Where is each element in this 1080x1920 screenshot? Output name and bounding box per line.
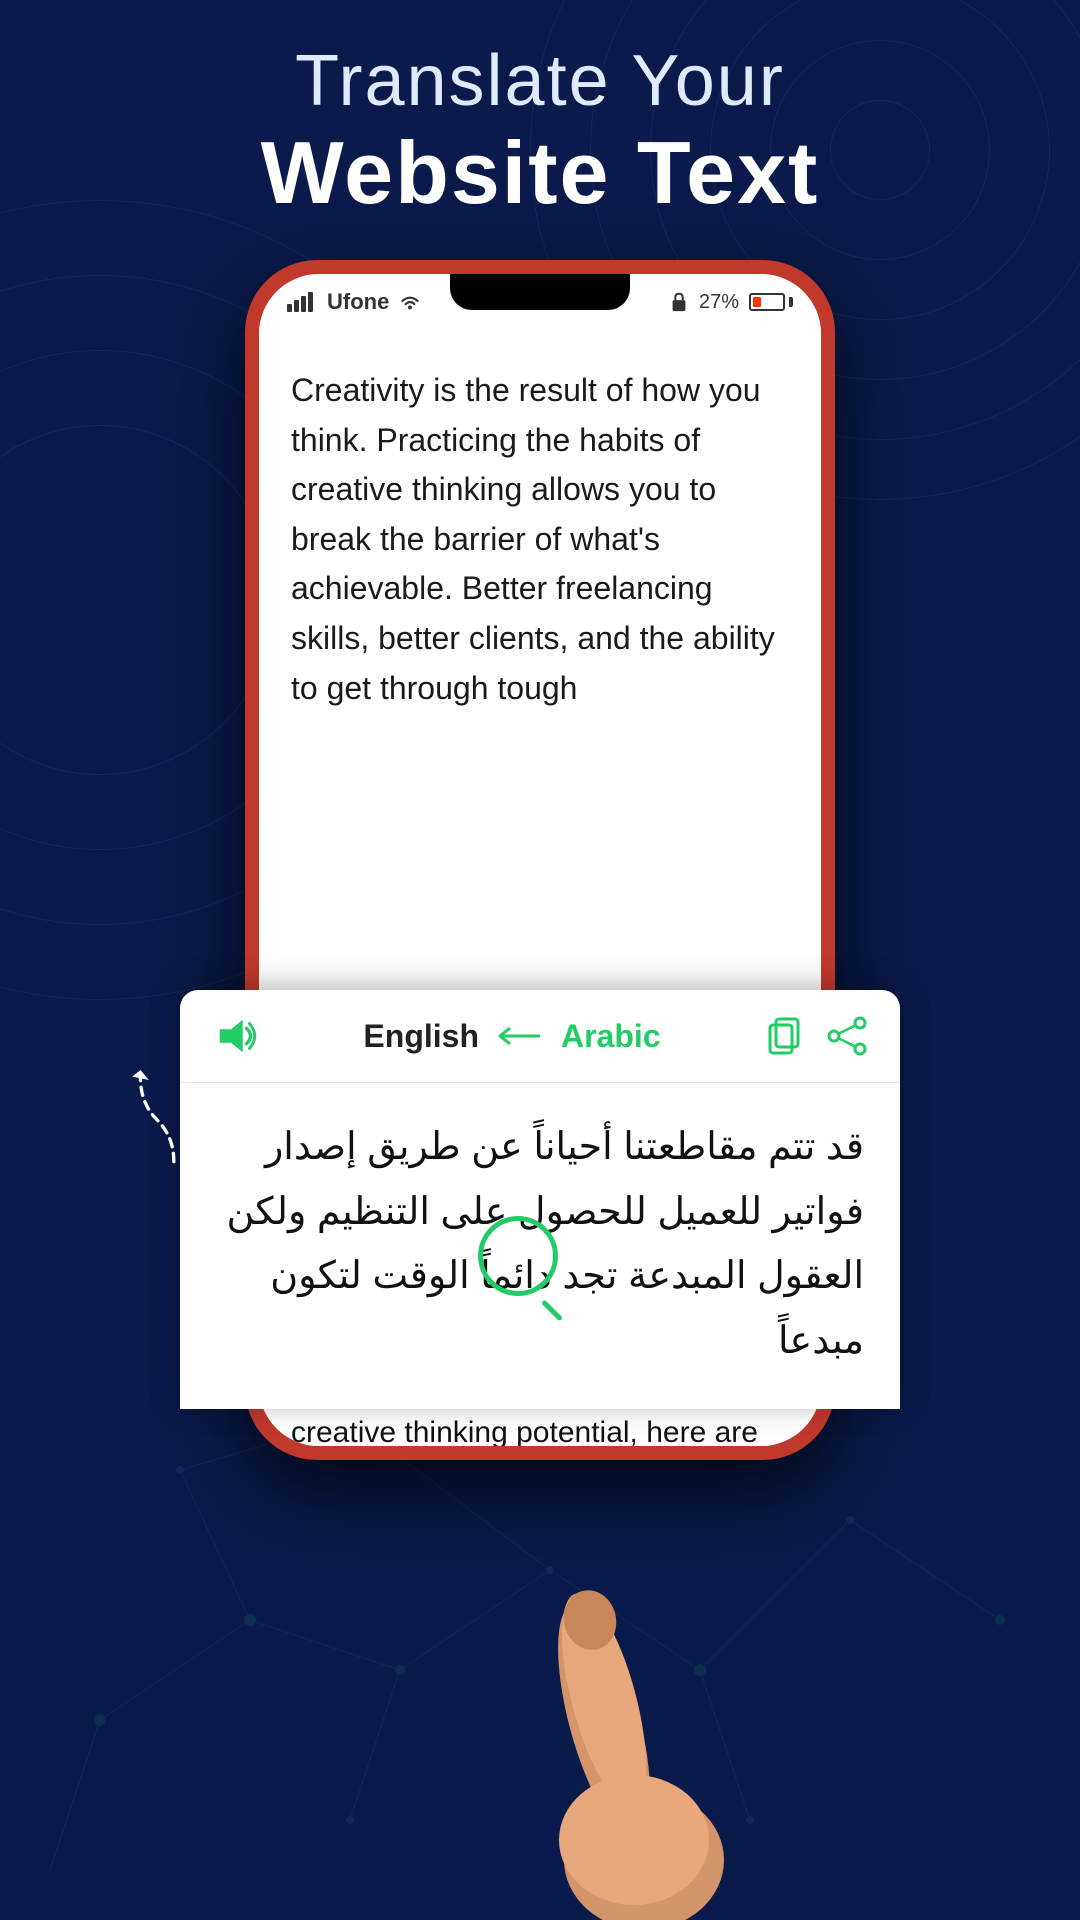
status-left: Ufone: [287, 289, 423, 315]
header-line1: Translate Your: [0, 40, 1080, 122]
finger-hand: [514, 1520, 774, 1920]
header-section: Translate Your Website Text: [0, 40, 1080, 224]
signal-bars: [287, 292, 313, 312]
arrow-indicator: [108, 1070, 198, 1175]
header-line2: Website Text: [0, 122, 1080, 224]
translation-toolbar: English Arabic: [180, 990, 900, 1083]
target-language[interactable]: Arabic: [561, 1018, 661, 1055]
website-text-content: Creativity is the result of how you thin…: [291, 372, 775, 706]
lock-icon: [669, 291, 689, 313]
copy-icon[interactable]: [764, 1015, 806, 1057]
carrier-name: Ufone: [327, 289, 389, 315]
language-arrow-icon: [495, 1021, 545, 1051]
speaker-icon[interactable]: [212, 1012, 260, 1060]
status-right: 27%: [669, 291, 793, 314]
magnifier: [478, 1216, 558, 1296]
share-icon[interactable]: [826, 1015, 868, 1057]
translation-bar-wrapper: English Arabic: [180, 990, 900, 1409]
battery-percent: 27%: [699, 291, 739, 314]
translation-bar: English Arabic: [180, 990, 900, 1409]
wifi-icon: [397, 291, 423, 313]
phone-notch: [450, 274, 630, 310]
toolbar-right: [764, 1015, 868, 1057]
website-text-area: Creativity is the result of how you thin…: [259, 330, 821, 733]
source-language[interactable]: English: [363, 1018, 479, 1055]
dashed-arrow-icon: [108, 1070, 198, 1170]
toolbar-left: [212, 1012, 260, 1060]
battery-indicator: [749, 293, 793, 311]
toolbar-center: English Arabic: [363, 1018, 660, 1055]
